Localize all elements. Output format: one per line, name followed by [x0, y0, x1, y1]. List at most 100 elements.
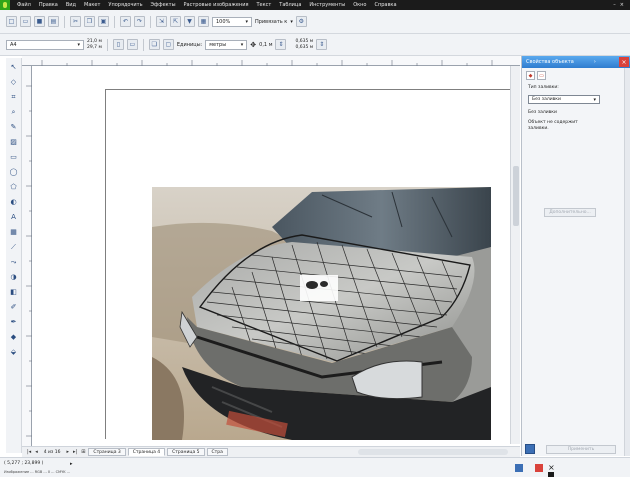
apply-button[interactable]: Применить	[546, 445, 616, 454]
options-icon[interactable]: ⚙	[295, 16, 307, 27]
current-page-icon[interactable]: ▢	[162, 39, 174, 50]
shape-tool-icon[interactable]: ◇	[8, 76, 20, 88]
prev-page-icon[interactable]: ◂	[34, 449, 39, 455]
eyedropper-tool-icon[interactable]: ✐	[8, 301, 20, 313]
polygon-tool-icon[interactable]: ⬠	[8, 181, 20, 193]
open-icon[interactable]: ▭	[20, 16, 31, 27]
menu-window[interactable]: Окно	[349, 2, 370, 8]
basic-shapes-icon[interactable]: ◐	[8, 196, 20, 208]
page-tab-3[interactable]: Страница 3	[88, 448, 126, 456]
menu-table[interactable]: Таблица	[275, 2, 305, 8]
pin-icon[interactable]: ›	[594, 59, 596, 65]
portrait-icon[interactable]: ▯	[112, 39, 124, 50]
freehand-tool-icon[interactable]: ✎	[8, 121, 20, 133]
fill-type-select[interactable]: Без заливки ▾	[528, 95, 600, 104]
undo-icon[interactable]: ↶	[120, 16, 131, 27]
menu-effects[interactable]: Эффекты	[147, 2, 180, 8]
save-icon[interactable]: ■	[34, 16, 45, 27]
ellipse-tool-icon[interactable]: ◯	[8, 166, 20, 178]
menu-layout[interactable]: Макет	[80, 2, 104, 8]
outline-tab-icon[interactable]: ▭	[537, 71, 546, 80]
page-tab-4[interactable]: Страница 4	[127, 448, 166, 456]
cursor-coordinates: ( 5,277 ; 23,899 )	[4, 461, 44, 466]
menu-text[interactable]: Текст	[252, 2, 275, 8]
horizontal-scrollbar[interactable]	[358, 449, 508, 455]
add-page-icon[interactable]: ⊞	[80, 449, 86, 455]
scrollbar-thumb[interactable]	[513, 166, 519, 226]
close-icon[interactable]: ×	[620, 2, 624, 8]
next-page-icon[interactable]: ▸	[66, 449, 71, 455]
crop-tool-icon[interactable]: ⌗	[8, 91, 20, 103]
minimize-icon[interactable]: –	[613, 2, 616, 8]
fill-tool-icon[interactable]: ◆	[8, 331, 20, 343]
vertical-ruler[interactable]	[22, 66, 32, 446]
menu-file[interactable]: Файл	[13, 2, 35, 8]
first-page-icon[interactable]: |◂	[26, 449, 32, 455]
fill-swatch-icon[interactable]	[515, 464, 523, 472]
menu-arrange[interactable]: Упорядочить	[104, 2, 146, 8]
blend-tool-icon[interactable]: ◑	[8, 271, 20, 283]
chevron-down-icon[interactable]: ▾	[290, 19, 293, 25]
app-logo-icon[interactable]	[0, 0, 10, 10]
menu-edit[interactable]: Правка	[35, 2, 62, 8]
chevron-down-icon: ▾	[240, 41, 244, 48]
menu-view[interactable]: Вид	[62, 2, 80, 8]
horizontal-ruler[interactable]	[22, 56, 520, 66]
units-label: Единицы:	[176, 41, 203, 48]
vertical-scrollbar[interactable]	[510, 66, 520, 444]
panel-side-tabs[interactable]	[624, 68, 630, 456]
table-tool-icon[interactable]: ▦	[8, 226, 20, 238]
import-icon[interactable]: ⇲	[156, 16, 167, 27]
snap-to-label[interactable]: Привязать к	[255, 19, 287, 25]
transparency-tool-icon[interactable]: ◧	[8, 286, 20, 298]
redo-icon[interactable]: ↷	[134, 16, 145, 27]
panel-title: Свойства объекта	[526, 59, 574, 65]
smart-fill-icon[interactable]: ▨	[8, 136, 20, 148]
zoom-tool-icon[interactable]: ⌕	[8, 106, 20, 118]
connector-tool-icon[interactable]: ⤳	[8, 256, 20, 268]
lock-icon[interactable]	[525, 444, 535, 454]
menu-tools[interactable]: Инструменты	[305, 2, 349, 8]
more-options-button[interactable]: Дополнительно...	[544, 208, 596, 217]
chevron-down-icon: ▾	[245, 18, 248, 25]
toolbox: ↖ ◇ ⌗ ⌕ ✎ ▨ ▭ ◯ ⬠ ◐ A ▦ ⟋ ⤳ ◑ ◧ ✐ ✒ ◆ ⬙	[6, 58, 22, 453]
page-tab-5[interactable]: Страница 5	[167, 448, 205, 456]
rectangle-tool-icon[interactable]: ▭	[8, 151, 20, 163]
new-document-icon[interactable]: □	[6, 16, 17, 27]
all-pages-icon[interactable]: ❏	[148, 39, 160, 50]
page-tab-6[interactable]: Стра	[206, 448, 228, 456]
car-photo[interactable]	[152, 187, 491, 440]
close-panel-icon[interactable]: ×	[618, 57, 629, 67]
status-arrow-icon[interactable]: ▸	[70, 461, 73, 467]
landscape-icon[interactable]: ▭	[126, 39, 138, 50]
copy-icon[interactable]: ❐	[84, 16, 95, 27]
last-page-icon[interactable]: ▸|	[72, 449, 78, 455]
spin-icon[interactable]: ⇕	[275, 39, 287, 50]
pick-tool-icon[interactable]: ↖	[8, 61, 20, 73]
menu-help[interactable]: Справка	[370, 2, 400, 8]
nudge-icon: ✥	[250, 40, 257, 49]
export-icon[interactable]: ⇱	[170, 16, 181, 27]
outline-tool-icon[interactable]: ✒	[8, 316, 20, 328]
paste-icon[interactable]: ▣	[98, 16, 109, 27]
page-height-field[interactable]: 29,7 м	[87, 45, 102, 51]
dimension-tool-icon[interactable]: ⟋	[8, 241, 20, 253]
cut-icon[interactable]: ✂	[70, 16, 81, 27]
text-tool-icon[interactable]: A	[8, 211, 20, 223]
menubar: Файл Правка Вид Макет Упорядочить Эффект…	[0, 0, 630, 10]
page-size-select[interactable]: A4 ▾	[6, 39, 84, 50]
property-bar: A4 ▾ 21,0 м 29,7 м ▯ ▭ ❏ ▢ Единицы: метр…	[0, 34, 630, 56]
print-icon[interactable]: ▤	[48, 16, 59, 27]
app-launcher-icon[interactable]: ▼	[184, 16, 195, 27]
nudge-distance-field[interactable]: 0,1 м	[259, 42, 272, 48]
duplicate-y-field[interactable]: 0,635 м	[295, 45, 313, 51]
welcome-screen-icon[interactable]: ▦	[198, 16, 209, 27]
interactive-fill-icon[interactable]: ⬙	[8, 346, 20, 358]
object-info: Изображение ... RGB ... 0 ... CMYK ...	[4, 470, 70, 474]
units-select[interactable]: метры ▾	[205, 39, 248, 50]
fill-tab-icon[interactable]: ◆	[526, 71, 535, 80]
object-properties-panel: Свойства объекта › × ◆ ▭ Тип заливки: Бе…	[521, 56, 630, 456]
menu-bitmaps[interactable]: Растровые изображения	[180, 2, 253, 8]
spin-icon[interactable]: ⇕	[316, 39, 328, 50]
zoom-level-select[interactable]: 100% ▾	[212, 16, 252, 27]
